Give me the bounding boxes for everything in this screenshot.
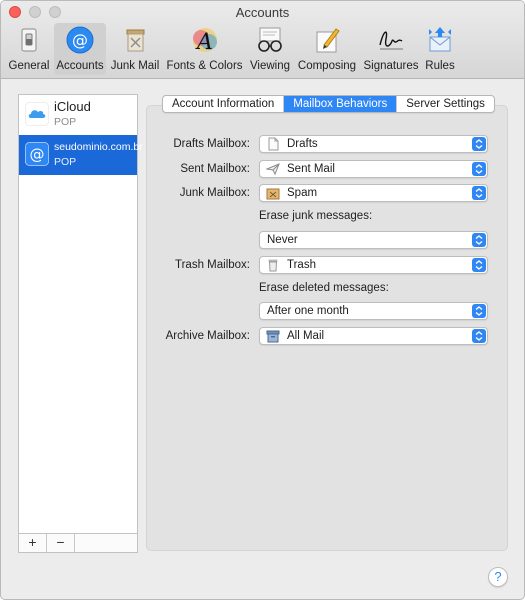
remove-account-button[interactable]: − (47, 534, 75, 552)
junk-mailbox-value: Spam (287, 187, 318, 199)
toolbar-label: Composing (297, 60, 357, 72)
toolbar-rules[interactable]: Rules (422, 23, 458, 75)
trash-bin-icon (126, 29, 145, 52)
chevron-updown-icon (472, 186, 486, 200)
pencil-paper-icon (316, 28, 340, 53)
svg-text:@: @ (72, 31, 88, 50)
junk-box-icon (266, 188, 280, 200)
toolbar-label: Junk Mail (110, 60, 160, 72)
paper-plane-icon (266, 163, 280, 176)
archive-box-icon (266, 330, 280, 343)
account-list-buttons: + − (18, 534, 138, 553)
font-a-icon: A (192, 28, 217, 55)
toolbar-junk-mail[interactable]: Junk Mail (108, 23, 162, 75)
signature-icon (379, 31, 403, 50)
junk-mailbox-label: Junk Mailbox: (179, 187, 250, 199)
toolbar-label: Viewing (249, 60, 291, 72)
erase-junk-label: Erase junk messages: (259, 210, 373, 222)
erase-junk-value: Never (267, 234, 298, 246)
toolbar-label: Accounts (56, 60, 104, 72)
account-row-seudominio[interactable]: @ seudominio.com.br POP (19, 135, 143, 175)
chevron-updown-icon (472, 162, 486, 176)
trash-mailbox-value: Trash (287, 259, 316, 271)
glasses-icon (258, 27, 282, 52)
document-icon (268, 137, 279, 151)
archive-mailbox-popup[interactable]: All Mail (259, 327, 488, 345)
toolbar-composing[interactable]: Composing (297, 23, 357, 75)
add-account-button[interactable]: + (19, 534, 47, 552)
title-bar: Accounts General @ Accounts Junk Mail A … (1, 1, 524, 79)
account-type: POP (54, 116, 77, 128)
erase-junk-popup[interactable]: Never (259, 231, 488, 249)
account-row-icloud[interactable]: iCloud POP (19, 95, 137, 135)
cloud-icon (25, 102, 49, 126)
tab-mailbox-behaviors[interactable]: Mailbox Behaviors (284, 96, 398, 112)
window-title: Accounts (235, 5, 290, 20)
help-button[interactable]: ? (488, 567, 508, 587)
toolbar-general[interactable]: General (6, 23, 52, 75)
drafts-mailbox-value: Drafts (287, 138, 318, 150)
archive-mailbox-label: Archive Mailbox: (165, 330, 250, 342)
toolbar-accounts[interactable]: @ Accounts (54, 23, 106, 75)
sent-mailbox-popup[interactable]: Sent Mail (259, 160, 488, 178)
chevron-updown-icon (472, 258, 486, 272)
toolbar-signatures[interactable]: Signatures (361, 23, 421, 75)
switch-icon (21, 28, 37, 52)
at-sign-icon: @ (66, 26, 94, 54)
account-type: POP (54, 156, 77, 168)
sent-mailbox-value: Sent Mail (287, 163, 335, 175)
erase-deleted-label: Erase deleted messages: (259, 282, 389, 294)
toolbar-label: Fonts & Colors (166, 60, 243, 72)
chevron-updown-icon (472, 329, 486, 343)
sent-mailbox-label: Sent Mailbox: (180, 163, 250, 175)
chevron-updown-icon (472, 304, 486, 318)
chevron-updown-icon (472, 137, 486, 151)
account-name: seudominio.com.br (54, 141, 143, 153)
toolbar-label: General (8, 60, 50, 72)
svg-text:A: A (195, 30, 213, 55)
tab-account-information[interactable]: Account Information (163, 96, 285, 112)
envelope-arrows-icon (429, 27, 451, 52)
trash-icon (268, 259, 278, 272)
accounts-list: iCloud POP @ seudominio.com.br POP (18, 94, 143, 534)
toolbar-label: Rules (425, 60, 455, 72)
account-name: iCloud (54, 99, 91, 114)
tab-bar: Account Information Mailbox Behaviors Se… (162, 95, 495, 113)
chevron-updown-icon (472, 233, 486, 247)
erase-deleted-popup[interactable]: After one month (259, 302, 488, 320)
toolbar-label: Signatures (363, 60, 419, 72)
tab-server-settings[interactable]: Server Settings (397, 96, 494, 112)
erase-deleted-value: After one month (267, 305, 349, 317)
drafts-mailbox-popup[interactable]: Drafts (259, 135, 488, 153)
trash-mailbox-label: Trash Mailbox: (175, 259, 250, 271)
at-sign-icon: @ (25, 142, 49, 166)
accounts-preferences-window: Accounts General @ Accounts Junk Mail A … (0, 0, 525, 600)
drafts-mailbox-label: Drafts Mailbox: (173, 138, 250, 150)
trash-mailbox-popup[interactable]: Trash (259, 256, 488, 274)
archive-mailbox-value: All Mail (287, 330, 325, 342)
junk-mailbox-popup[interactable]: Spam (259, 184, 488, 202)
toolbar-viewing[interactable]: Viewing (247, 23, 293, 75)
toolbar-fonts-colors[interactable]: A Fonts & Colors (165, 23, 244, 75)
svg-text:@: @ (30, 146, 45, 164)
